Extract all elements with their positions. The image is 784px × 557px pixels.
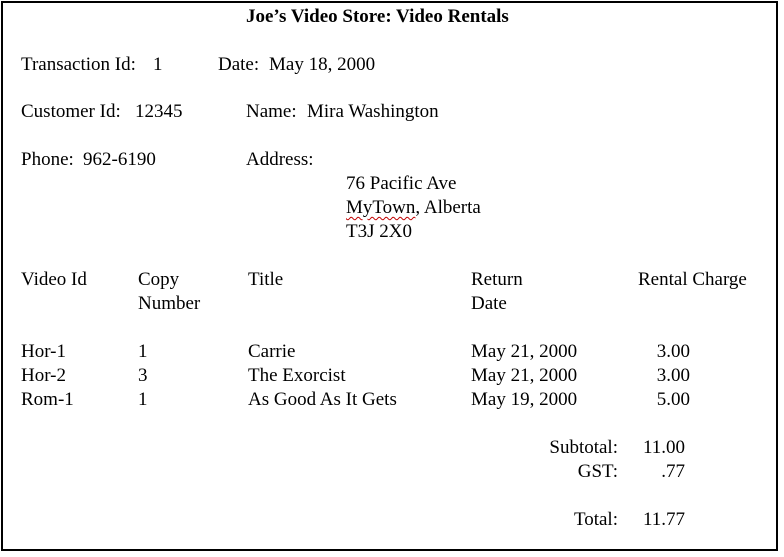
transaction-value: 1 [153,54,163,75]
row-video-id: Hor-1 [21,341,66,362]
total-value: 11.77 [642,509,685,530]
column-copy-number: Number [138,293,201,314]
column-return-date: Date [471,293,507,314]
row-charge: 5.00 [656,389,690,410]
subtotal-label: Subtotal: [549,437,618,458]
phone-label: Phone: [21,149,74,170]
address-postal: T3J 2X0 [346,221,412,242]
address-province: , Alberta [415,197,481,218]
gst-value: .77 [661,461,685,482]
date-label: Date: [218,54,260,75]
column-return: Return [471,269,523,290]
address-street: 76 Pacific Ave [346,173,457,194]
row-title: Carrie [248,341,296,362]
subtotal-value: 11.00 [642,437,685,458]
row-video-id: Hor-2 [21,365,66,386]
column-title: Title [248,269,284,290]
row-return-date: May 21, 2000 [471,341,578,362]
gst-label: GST: [577,461,618,482]
row-charge: 3.00 [656,341,690,362]
row-return-date: May 21, 2000 [471,365,578,386]
address-city-line: MyTown, Alberta [346,196,481,220]
row-copy: 3 [138,365,148,386]
name-value: Mira Washington [307,101,439,122]
column-video-id: Video Id [21,269,87,290]
row-charge: 3.00 [656,365,690,386]
name-label: Name: [246,101,297,122]
row-title: The Exorcist [248,365,346,386]
column-copy: Copy [138,269,180,290]
customer-id-value: 12345 [135,101,183,122]
customer-id-label: Customer Id: [21,101,121,122]
document-title: Joe’s Video Store: Video Rentals [246,6,509,27]
row-title: As Good As It Gets [248,389,397,410]
column-rental-charge: Rental Charge [638,269,747,290]
row-return-date: May 19, 2000 [471,389,578,410]
row-copy: 1 [138,341,148,362]
date-value: May 18, 2000 [269,54,376,75]
total-label: Total: [573,509,618,530]
row-video-id: Rom-1 [21,389,74,410]
phone-value: 962-6190 [83,149,156,170]
transaction-label: Transaction Id: [21,54,136,75]
row-copy: 1 [138,389,148,410]
address-city: MyTown [346,197,416,218]
address-label: Address: [246,149,314,170]
